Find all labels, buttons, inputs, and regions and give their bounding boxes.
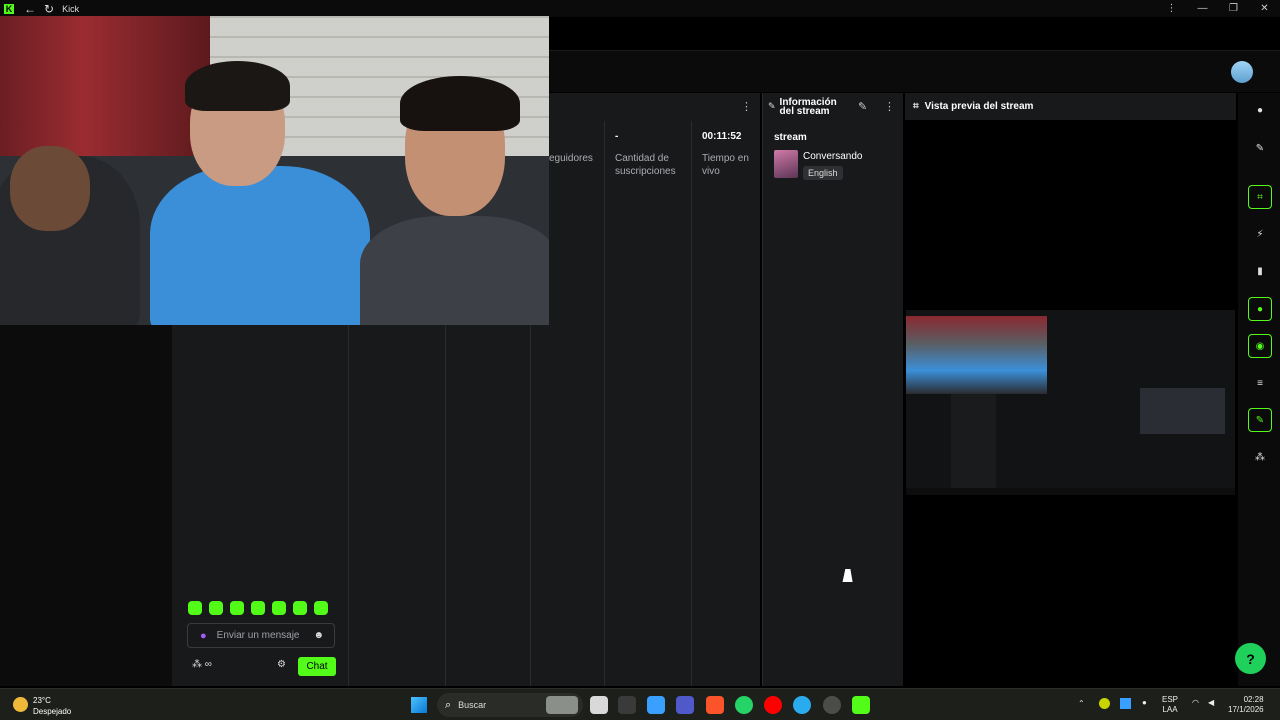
weather-widget[interactable]: 23°C Despejado — [33, 695, 71, 717]
emote-icon[interactable] — [293, 601, 307, 615]
gear-icon[interactable]: ⚙ — [277, 659, 286, 670]
preview-chat-area — [951, 394, 996, 489]
volume-icon[interactable]: ◀ — [1208, 698, 1214, 708]
info-panel-title: Información del stream — [779, 96, 837, 117]
share-icon[interactable]: ⁂ — [1248, 445, 1272, 469]
copilot-icon[interactable] — [647, 696, 665, 714]
emote-icon[interactable] — [251, 601, 265, 615]
document-icon[interactable]: ▮ — [1248, 259, 1272, 283]
app-menu-icon[interactable]: ⋮ — [1156, 3, 1187, 14]
right-toolbar: ● ✎ ⌗ ⚡ ▮ ● ◉ ≡ ✎ ⁂ — [1238, 93, 1280, 686]
bolt-icon[interactable]: ⚡ — [1248, 222, 1272, 246]
telegram-icon[interactable] — [793, 696, 811, 714]
wifi-icon[interactable]: ◠ — [1192, 698, 1199, 708]
tray-app-icon[interactable] — [1120, 698, 1131, 709]
info-section-label: stream — [774, 132, 807, 143]
uptime-value: 00:11:52 — [702, 131, 742, 142]
stats-divider — [691, 121, 692, 686]
wrench-icon[interactable]: ✎ — [1248, 408, 1272, 432]
chat-message-input[interactable]: ● Enviar un mensaje ☻ — [187, 623, 335, 648]
region-code: LAA — [1162, 705, 1178, 714]
back-icon[interactable]: ← — [24, 2, 36, 16]
brave-icon[interactable] — [706, 696, 724, 714]
settings-icon[interactable] — [823, 696, 841, 714]
microphone-icon[interactable]: ● — [200, 630, 207, 642]
kick-app-icon[interactable] — [852, 696, 870, 714]
language-code: ESP — [1162, 695, 1179, 704]
pencil-icon[interactable]: ✎ — [858, 100, 867, 113]
stream-preview-panel: ⌗ Vista previa del stream — [905, 93, 1236, 686]
search-icon: ⌕ — [445, 698, 452, 711]
stats-menu-icon[interactable]: ⋮ — [741, 100, 752, 113]
emote-icon[interactable] — [314, 601, 328, 615]
webcam-person — [150, 61, 370, 325]
reload-icon[interactable]: ↻ — [44, 2, 54, 16]
emote-icon[interactable] — [188, 601, 202, 615]
stats-divider — [604, 121, 605, 686]
tray-expand-icon[interactable]: ⌃ — [1078, 699, 1085, 709]
preview-right-panel — [1140, 388, 1225, 434]
windows-start-icon[interactable] — [411, 697, 427, 713]
help-button[interactable]: ? — [1235, 643, 1266, 674]
youtube-icon[interactable] — [764, 696, 782, 714]
chat-icon[interactable]: ● — [1248, 297, 1272, 321]
window-titlebar: K ← ↻ Kick ⋮ — ❐ ✕ — [0, 0, 1280, 17]
kick-logo-icon: K — [4, 3, 14, 14]
language-indicator[interactable]: ESP LAA — [1162, 695, 1178, 715]
category-name[interactable]: Conversando — [803, 151, 862, 162]
followers-label: eguidores — [549, 153, 593, 164]
chat-placeholder: Enviar un mensaje — [216, 630, 300, 641]
left-sidebar — [0, 325, 172, 686]
edit-icon[interactable]: ✎ — [768, 101, 776, 112]
microphone-tray-icon[interactable]: ● — [1142, 698, 1147, 708]
clock[interactable]: 02:28 17/1/2026 — [1228, 695, 1264, 715]
emote-icon[interactable] — [230, 601, 244, 615]
preview-panel-title: Vista previa del stream — [924, 101, 1034, 112]
taskbar-widget-icon[interactable] — [546, 696, 578, 714]
close-button[interactable]: ✕ — [1249, 3, 1280, 14]
user-avatar[interactable] — [1231, 61, 1253, 83]
webcam-overlay — [0, 16, 549, 325]
preview-icon: ⌗ — [913, 101, 919, 112]
expand-icon[interactable]: ⌗ — [1248, 185, 1272, 209]
stream-info-panel: ✎ Información del stream ✎ ⋮ stream Conv… — [762, 93, 903, 686]
search-label: Buscar — [458, 700, 487, 710]
window-title: Kick — [62, 3, 80, 14]
teams-icon[interactable] — [676, 696, 694, 714]
broadcast-icon[interactable]: ◉ — [1248, 334, 1272, 358]
chat-tools-icon[interactable]: ⁂ ∞ — [192, 659, 212, 670]
subs-label: Cantidad de suscripciones — [615, 153, 676, 177]
webcam-person — [0, 146, 140, 325]
weather-icon[interactable] — [13, 697, 28, 712]
taskbar: 23°C Despejado ⌕ Buscar ⌃ ● ESP LAA ◠ ◀ … — [0, 688, 1280, 720]
file-explorer-icon[interactable] — [590, 696, 608, 714]
stream-preview-video[interactable] — [906, 310, 1235, 495]
info-icon[interactable]: ● — [1248, 98, 1272, 122]
restore-button[interactable]: ❐ — [1218, 3, 1249, 14]
weather-condition: Despejado — [33, 707, 72, 716]
minimize-button[interactable]: — — [1187, 3, 1218, 14]
emote-icon[interactable] — [272, 601, 286, 615]
emote-icon[interactable] — [209, 601, 223, 615]
uptime-label: Tiempo en vivo — [702, 153, 749, 177]
language-tag[interactable]: English — [803, 166, 843, 180]
whatsapp-icon[interactable] — [735, 696, 753, 714]
subs-value: - — [615, 131, 619, 142]
chat-send-button[interactable]: Chat — [298, 657, 336, 676]
capcut-icon[interactable] — [618, 696, 636, 714]
pencil-icon[interactable]: ✎ — [1248, 136, 1272, 160]
temperature: 23°C — [33, 696, 51, 705]
info-menu-icon[interactable]: ⋮ — [884, 100, 895, 113]
tray-app-icon[interactable] — [1099, 698, 1110, 709]
webcam-person — [360, 76, 549, 325]
clock-time: 02:28 — [1243, 695, 1264, 704]
preview-taskbar — [906, 488, 1235, 495]
clock-date: 17/1/2026 — [1228, 705, 1264, 714]
preview-webcam-image — [906, 316, 1047, 394]
category-thumbnail — [774, 150, 798, 178]
emote-bar — [188, 601, 328, 615]
layers-icon[interactable]: ≡ — [1248, 371, 1272, 395]
emoji-icon[interactable]: ☻ — [313, 630, 324, 641]
